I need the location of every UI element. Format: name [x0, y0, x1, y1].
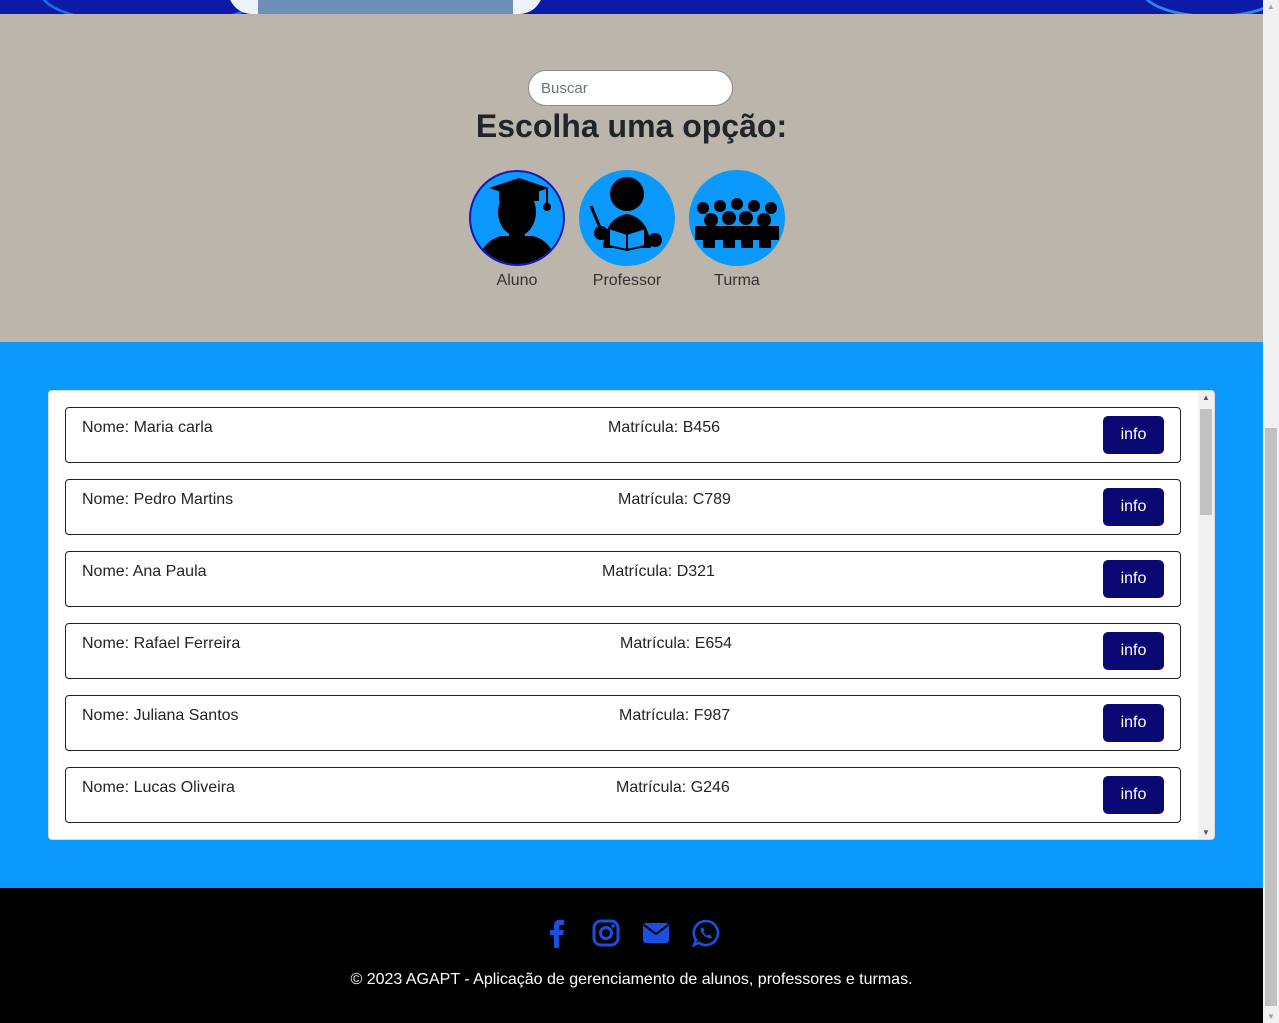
email-icon[interactable]	[641, 918, 671, 948]
footer: © 2023 AGAPT - Aplicação de gerenciament…	[0, 888, 1263, 1023]
student-name: Nome: Lucas Oliveira	[82, 779, 235, 796]
instagram-icon[interactable]	[591, 918, 621, 948]
student-name: Nome: Ana Paula	[82, 563, 207, 580]
whatsapp-icon[interactable]	[691, 918, 721, 948]
graduate-icon	[469, 170, 565, 266]
list-item: Nome: Pedro Martins Matrícula: C789 info	[65, 479, 1181, 535]
option-label: Professor	[592, 272, 662, 289]
list-scrollbar-thumb[interactable]	[1200, 409, 1212, 515]
option-label: Turma	[714, 272, 760, 289]
student-matricula: Matrícula: C789	[618, 491, 731, 508]
info-button[interactable]: info	[1103, 488, 1164, 526]
student-name: Nome: Juliana Santos	[82, 707, 239, 724]
student-matricula: Matrícula: E654	[620, 635, 733, 652]
list-item: Nome: Lucas Oliveira Matrícula: G246 inf…	[65, 767, 1181, 823]
option-turma[interactable]: Turma	[682, 170, 792, 290]
student-matricula: Matrícula: G246	[616, 779, 730, 796]
student-list-section: Nome: Maria carla Matrícula: B456 info N…	[0, 342, 1263, 888]
student-matricula: Matrícula: B456	[608, 419, 721, 436]
student-matricula: Matrícula: D321	[602, 563, 715, 580]
student-matricula: Matrícula: F987	[619, 707, 731, 724]
option-label: Aluno	[496, 272, 538, 289]
scroll-down-icon[interactable]: ▼	[1263, 1012, 1279, 1021]
scroll-up-icon[interactable]: ▲	[1263, 2, 1279, 11]
list-item: Nome: Juliana Santos Matrícula: F987 inf…	[65, 695, 1181, 751]
scroll-down-icon[interactable]: ▼	[1198, 828, 1214, 837]
info-button[interactable]: info	[1103, 704, 1164, 742]
info-button[interactable]: info	[1103, 776, 1164, 814]
copyright-text: © 2023 AGAPT - Aplicação de gerenciament…	[350, 971, 913, 988]
facebook-icon[interactable]	[542, 918, 572, 948]
list-item: Nome: Rafael Ferreira Matrícula: E654 in…	[65, 623, 1181, 679]
list-item: Nome: Ana Paula Matrícula: D321 info	[65, 551, 1181, 607]
hero-banner	[0, 0, 1263, 14]
search-input[interactable]	[528, 70, 733, 106]
info-button[interactable]: info	[1103, 632, 1164, 670]
banner-photo	[228, 0, 543, 14]
scroll-up-icon[interactable]: ▲	[1198, 393, 1214, 402]
option-professor[interactable]: Professor	[572, 170, 682, 290]
teacher-icon	[579, 170, 675, 266]
student-list[interactable]: Nome: Maria carla Matrícula: B456 info N…	[48, 390, 1215, 840]
page-scrollbar-thumb[interactable]	[1265, 428, 1277, 1006]
page-title: Escolha uma opção:	[475, 108, 788, 144]
option-aluno[interactable]: Aluno	[462, 170, 572, 290]
list-scrollbar[interactable]: ▲ ▼	[1198, 391, 1214, 839]
list-item: Nome: Maria carla Matrícula: B456 info	[65, 407, 1181, 463]
class-group-icon	[689, 170, 785, 266]
banner-decoration	[1140, 0, 1263, 14]
info-button[interactable]: info	[1103, 560, 1164, 598]
student-name: Nome: Maria carla	[82, 419, 213, 436]
student-name: Nome: Pedro Martins	[82, 491, 234, 508]
student-name: Nome: Rafael Ferreira	[82, 635, 241, 652]
info-button[interactable]: info	[1103, 416, 1164, 454]
page-scrollbar[interactable]: ▲ ▼	[1263, 0, 1279, 1023]
